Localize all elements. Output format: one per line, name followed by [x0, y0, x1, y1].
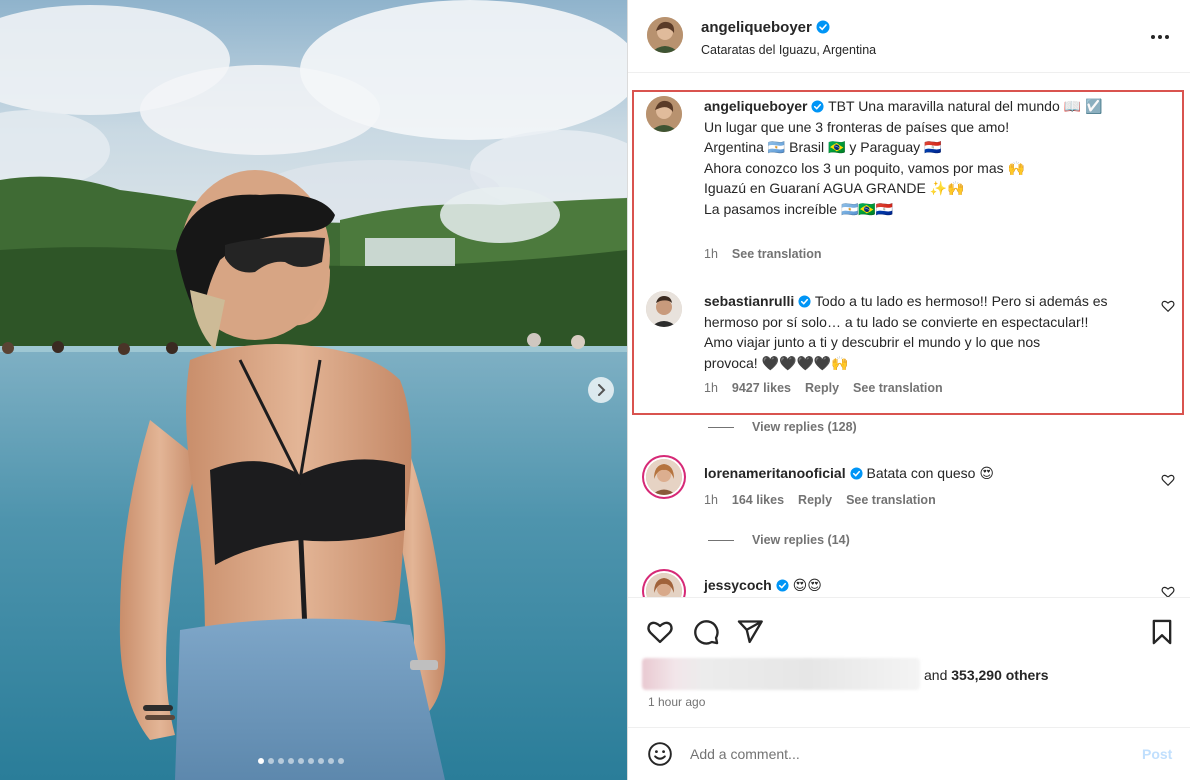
comment-line: hermoso por sí solo… a tu lado se convie…	[704, 313, 1089, 330]
caption-line: Iguazú en Guaraní AGUA GRANDE ✨🙌	[704, 180, 965, 196]
caption-username[interactable]: angeliqueboyer	[704, 98, 807, 114]
comment-text: jessycoch 😍😍	[704, 575, 1149, 596]
carousel-dot	[338, 758, 344, 764]
carousel-dot	[278, 758, 284, 764]
caption-line: Argentina 🇦🇷 Brasil 🇧🇷 y Paraguay 🇵🇾	[704, 139, 942, 155]
caption-line: TBT Una maravilla natural del mundo 📖 ☑️	[828, 98, 1103, 114]
likes-prefix: and	[924, 667, 948, 683]
photo-scene	[0, 0, 627, 780]
heart-icon[interactable]	[646, 618, 674, 646]
verified-badge-icon	[850, 467, 863, 480]
see-translation-button[interactable]: See translation	[732, 247, 822, 261]
author-avatar[interactable]	[647, 17, 683, 53]
comment-line-1: sebastianrulli Todo a tu lado es hermoso…	[704, 291, 1149, 312]
comment-likes[interactable]: 164 likes	[732, 493, 784, 507]
author-username-text[interactable]: angeliqueboyer	[701, 19, 812, 36]
post-header: angeliqueboyer Cataratas del Iguazu, Arg…	[628, 0, 1190, 73]
add-comment-input[interactable]	[690, 743, 1120, 765]
comment-likes[interactable]: 9427 likes	[732, 381, 791, 395]
comment-line: Batata con queso 😍	[866, 465, 994, 481]
comment-meta: 1h 9427 likes Reply See translation	[704, 381, 943, 395]
post-location[interactable]: Cataratas del Iguazu, Argentina	[701, 43, 876, 57]
view-replies-button[interactable]: View replies (14)	[708, 533, 850, 547]
like-comment-heart-icon[interactable]	[1161, 299, 1175, 313]
commenter-avatar[interactable]	[646, 291, 682, 327]
comment-line-1: jessycoch 😍😍	[704, 575, 1149, 596]
caption-text: angeliqueboyer TBT Una maravilla natural…	[704, 96, 1149, 219]
caption-meta: 1h See translation	[704, 247, 822, 261]
comment-text: sebastianrulli Todo a tu lado es hermoso…	[704, 291, 1149, 373]
commenter-avatar[interactable]	[646, 459, 682, 495]
carousel-next-button[interactable]	[588, 377, 614, 403]
see-translation-button[interactable]: See translation	[846, 493, 936, 507]
view-replies-label[interactable]: View replies (128)	[752, 420, 857, 434]
carousel-dot	[328, 758, 334, 764]
likes-summary[interactable]: and 353,290 others	[924, 667, 1049, 683]
reply-button[interactable]: Reply	[798, 493, 832, 507]
view-replies-label[interactable]: View replies (14)	[752, 533, 850, 547]
caption-line-1: angeliqueboyer TBT Una maravilla natural…	[704, 96, 1149, 117]
carousel-indicator	[258, 758, 344, 764]
replies-divider	[708, 539, 734, 541]
comment-line: Amo viajar junto a ti y descubrir el mun…	[704, 334, 1041, 350]
comments-list[interactable]: angeliqueboyer TBT Una maravilla natural…	[628, 73, 1190, 597]
comment-meta: 1h 164 likes Reply See translation	[704, 493, 936, 507]
comment-composer: Post	[628, 727, 1190, 780]
caption-time[interactable]: 1h	[704, 247, 718, 261]
likers-preview-blurred[interactable]	[642, 658, 920, 690]
commenter-avatar[interactable]	[646, 573, 682, 597]
carousel-dot	[268, 758, 274, 764]
caption-avatar[interactable]	[646, 96, 682, 132]
comment-time[interactable]: 1h	[704, 381, 718, 395]
like-comment-heart-icon[interactable]	[1161, 585, 1175, 597]
comment-line: provoca! 🖤🖤🖤🖤🙌	[704, 354, 849, 371]
commenter-username[interactable]: lorenameritanooficial	[704, 465, 846, 481]
carousel-dot	[288, 758, 294, 764]
likes-count[interactable]: 353,290 others	[951, 667, 1048, 683]
carousel-dot	[298, 758, 304, 764]
share-icon[interactable]	[736, 618, 764, 646]
post-actions: and 353,290 others 1 hour ago	[628, 597, 1190, 727]
comment-line: 😍😍	[792, 577, 822, 593]
chevron-right-icon	[598, 384, 606, 396]
carousel-dot	[308, 758, 314, 764]
more-horizontal-icon[interactable]	[1148, 28, 1172, 46]
verified-badge-icon	[798, 295, 811, 308]
verified-badge-icon	[776, 579, 789, 592]
like-comment-heart-icon[interactable]	[1161, 473, 1175, 487]
replies-divider	[708, 426, 734, 428]
caption-line: La pasamos increíble 🇦🇷🇧🇷🇵🇾	[704, 200, 894, 217]
post-time-ago[interactable]: 1 hour ago	[648, 695, 705, 709]
comment-line-1: lorenameritanooficial Batata con queso 😍	[704, 463, 1149, 484]
comment-text: lorenameritanooficial Batata con queso 😍	[704, 463, 1149, 484]
view-replies-button[interactable]: View replies (128)	[708, 420, 857, 434]
verified-badge-icon	[811, 100, 825, 113]
carousel-dot	[318, 758, 324, 764]
comment-time[interactable]: 1h	[704, 493, 718, 507]
commenter-username[interactable]: sebastianrulli	[704, 293, 794, 309]
emoji-icon[interactable]	[647, 741, 673, 767]
post-details-panel: angeliqueboyer Cataratas del Iguazu, Arg…	[627, 0, 1190, 780]
bookmark-icon[interactable]	[1148, 618, 1176, 646]
post-comment-button[interactable]: Post	[1142, 746, 1172, 762]
see-translation-button[interactable]: See translation	[853, 381, 943, 395]
author-username[interactable]: angeliqueboyer	[701, 19, 830, 36]
post-photo[interactable]	[0, 0, 627, 780]
commenter-username[interactable]: jessycoch	[704, 577, 772, 593]
comment-icon[interactable]	[692, 618, 720, 646]
caption-line: Ahora conozco los 3 un poquito, vamos po…	[704, 159, 1025, 176]
verified-badge-icon	[816, 20, 830, 34]
carousel-dot	[258, 758, 264, 764]
caption-line: Un lugar que une 3 fronteras de países q…	[704, 118, 1010, 135]
reply-button[interactable]: Reply	[805, 381, 839, 395]
comment-line: Todo a tu lado es hermoso!! Pero si adem…	[814, 293, 1108, 309]
